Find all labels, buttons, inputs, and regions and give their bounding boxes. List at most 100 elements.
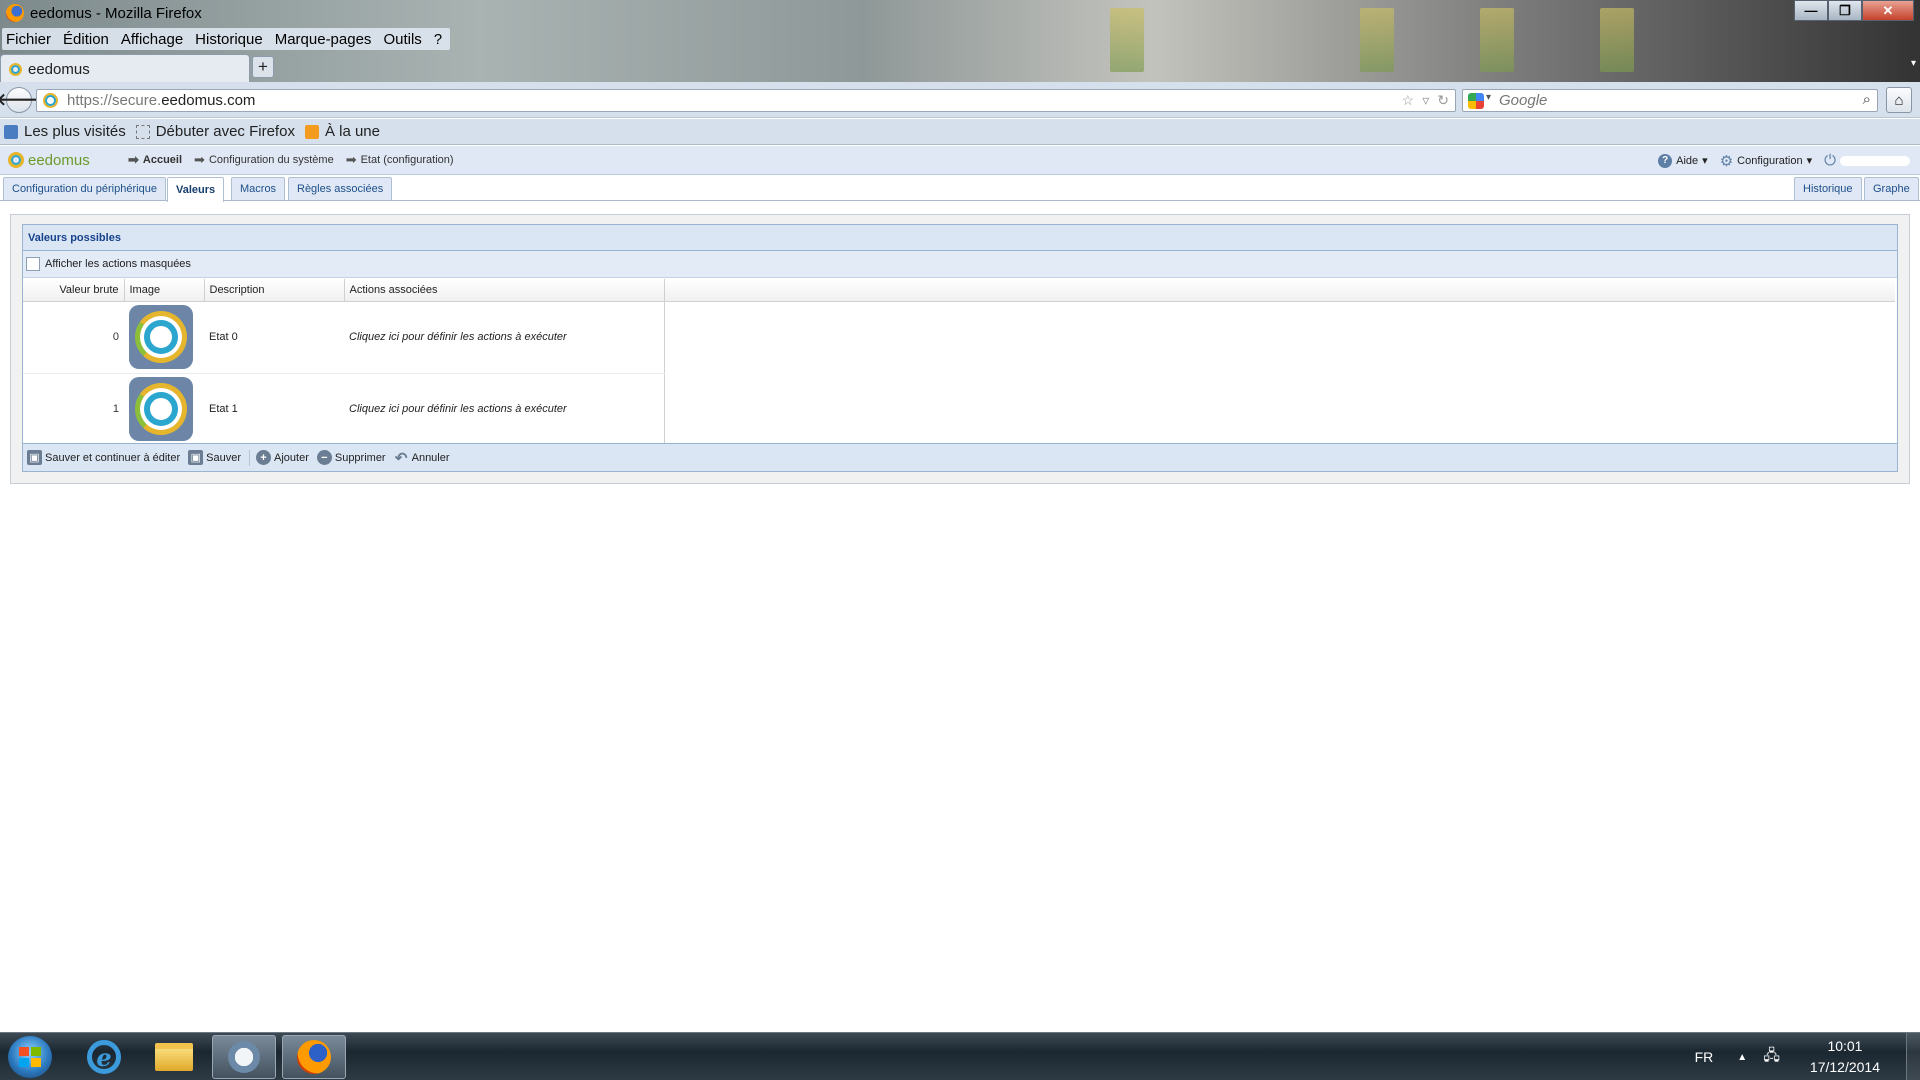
show-desktop-button[interactable] [1906,1033,1920,1080]
bookmark-debuter-avec-firefox[interactable]: Débuter avec Firefox [135,123,295,140]
help-label: Aide [1676,154,1699,167]
chevron-down-icon: ▾ [1806,155,1813,167]
reload-icon[interactable]: ↻ [1437,92,1449,109]
save-button[interactable]: ▣ Sauver [188,450,241,465]
save-continue-label: Sauver et continuer à éditer [45,451,181,464]
search-engine-chevron-down-icon[interactable]: ▾ [1486,92,1491,103]
power-icon[interactable]: ⏻ [1824,152,1836,169]
menu-edition[interactable]: Édition [63,31,109,48]
column-header-description[interactable]: Description [204,279,345,302]
site-identity-icon[interactable] [43,93,58,108]
help-menu[interactable]: ? Aide ▾ [1658,153,1708,168]
home-button[interactable]: ⌂ [1886,87,1912,113]
arrow-right-icon: ➡ [345,152,357,167]
menu-marque-pages[interactable]: Marque-pages [275,31,372,48]
google-icon[interactable] [1468,93,1484,109]
browser-tab-label: eedomus [28,60,90,78]
window-title: eedomus - Mozilla Firefox [6,3,202,23]
tab-graphe[interactable]: Graphe [1864,177,1919,200]
navigation-bar: 🡐 https://secure. eedomus.com ☆ ▿ ↻ ▾ Goo… [0,82,1920,118]
delete-label: Supprimer [334,451,386,464]
description-cell[interactable]: Etat 1 [204,373,344,446]
menu-historique[interactable]: Historique [195,31,263,48]
panel-toolbar: Afficher les actions masquées [23,251,1897,278]
menu-bar: Fichier Édition Affichage Historique Mar… [2,28,451,50]
menu-outils[interactable]: Outils [383,31,421,48]
start-button[interactable] [8,1036,52,1078]
delete-button[interactable]: − Supprimer [316,450,386,465]
actions-cell[interactable]: Cliquez ici pour définir les actions à e… [344,373,664,446]
firefox-icon [6,4,24,22]
image-cell[interactable] [124,301,204,374]
tab-configuration-peripherique[interactable]: Configuration du périphérique [3,177,166,200]
gear-icon: ⚙ [1719,152,1734,170]
window-title-text: eedomus - Mozilla Firefox [30,4,202,22]
breadcrumb-etat-configuration[interactable]: ➡ Etat (configuration) [346,152,454,168]
save-continue-button[interactable]: ▣ Sauver et continuer à éditer [27,450,180,465]
taskbar-app[interactable] [212,1035,276,1079]
state-image-icon[interactable] [129,377,193,441]
cancel-label: Annuler [411,451,450,464]
browser-tab-eedomus[interactable]: eedomus [0,54,250,83]
bookmark-star-icon[interactable]: ☆ [1402,92,1415,109]
desktop-icon-deco [1480,8,1514,72]
clock-time: 10:01 [1827,1038,1863,1054]
network-icon[interactable]: 🖧 [1763,1045,1780,1070]
state-image-icon[interactable] [129,305,193,369]
new-tab-button[interactable]: + [252,56,274,78]
bookmark-page-icon [135,124,150,139]
url-bar[interactable]: https://secure. eedomus.com ☆ ▿ ↻ [36,89,1456,112]
toolbar-separator [249,449,250,466]
eedomus-logo[interactable]: eedomus [8,152,116,169]
user-menu[interactable]: ⏻ [1824,152,1910,169]
content-area: Valeurs possibles Afficher les actions m… [10,214,1910,484]
raw-value-cell[interactable]: 1 [23,373,124,446]
close-button[interactable]: ✕ [1862,0,1914,21]
internet-explorer-icon: e [87,1040,121,1074]
search-placeholder: Google [1499,92,1548,109]
tab-macros[interactable]: Macros [231,177,286,200]
column-header-image[interactable]: Image [124,279,205,302]
actions-cell[interactable]: Cliquez ici pour définir les actions à e… [344,301,664,374]
search-icon[interactable]: ⌕ [1863,91,1871,108]
description-cell[interactable]: Etat 0 [204,301,344,374]
bookmark-folder-icon [4,124,18,139]
firefox-icon [297,1040,331,1074]
bookmark-a-la-une[interactable]: À la une [304,123,380,140]
image-cell[interactable] [124,373,204,446]
language-indicator[interactable]: FR [1695,1049,1714,1065]
clock[interactable]: 10:01 17/12/2014 [1810,1036,1880,1078]
tab-historique[interactable]: Historique [1794,177,1862,200]
header-right-menu: ? Aide ▾ ⚙ Configuration ▾ ⏻ [1658,146,1910,175]
menu-affichage[interactable]: Affichage [121,31,183,48]
raw-value-cell[interactable]: 0 [23,301,124,374]
url-bar-icons: ☆ ▿ ↻ [1402,92,1449,109]
cancel-button[interactable]: ↶ Annuler [394,450,450,467]
bookmark-label: Les plus visités [24,123,126,140]
taskbar-firefox[interactable] [282,1035,346,1079]
column-header-actions-associees[interactable]: Actions associées [344,279,665,302]
show-hidden-actions-label[interactable]: Afficher les actions masquées [45,258,191,270]
show-hidden-actions-checkbox[interactable] [26,257,40,271]
breadcrumb-configuration-systeme[interactable]: ➡ Configuration du système [194,152,334,168]
maximize-button[interactable]: ❐ [1828,0,1862,21]
menu-help[interactable]: ? [434,31,442,48]
menu-fichier[interactable]: Fichier [6,31,51,48]
show-hidden-icons-arrow-icon[interactable]: ▲ [1737,1052,1747,1063]
bookmark-les-plus-visites[interactable]: Les plus visités [4,123,126,140]
url-history-dropdown-icon[interactable]: ▿ [1422,92,1429,109]
back-button[interactable]: 🡐 [0,87,42,113]
add-button[interactable]: + Ajouter [256,450,309,465]
configuration-menu[interactable]: ⚙ Configuration ▾ [1720,152,1812,170]
breadcrumb-accueil[interactable]: ➡ Accueil [128,152,182,168]
column-header-valeur-brute[interactable]: Valeur brute [23,279,125,302]
minimize-button[interactable]: — [1794,0,1828,21]
rss-feed-icon [304,124,319,139]
tab-list-chevron-icon[interactable]: ▾ [1911,58,1916,69]
table-row[interactable]: 0 Etat 0 Cliquez ici pour définir les ac… [23,301,1895,445]
tab-regles-associees[interactable]: Règles associées [288,177,393,200]
taskbar-explorer[interactable] [142,1035,206,1079]
search-bar[interactable]: ▾ Google ⌕ [1462,89,1878,112]
tab-valeurs[interactable]: Valeurs [167,177,225,202]
taskbar-internet-explorer[interactable]: e [72,1035,136,1079]
